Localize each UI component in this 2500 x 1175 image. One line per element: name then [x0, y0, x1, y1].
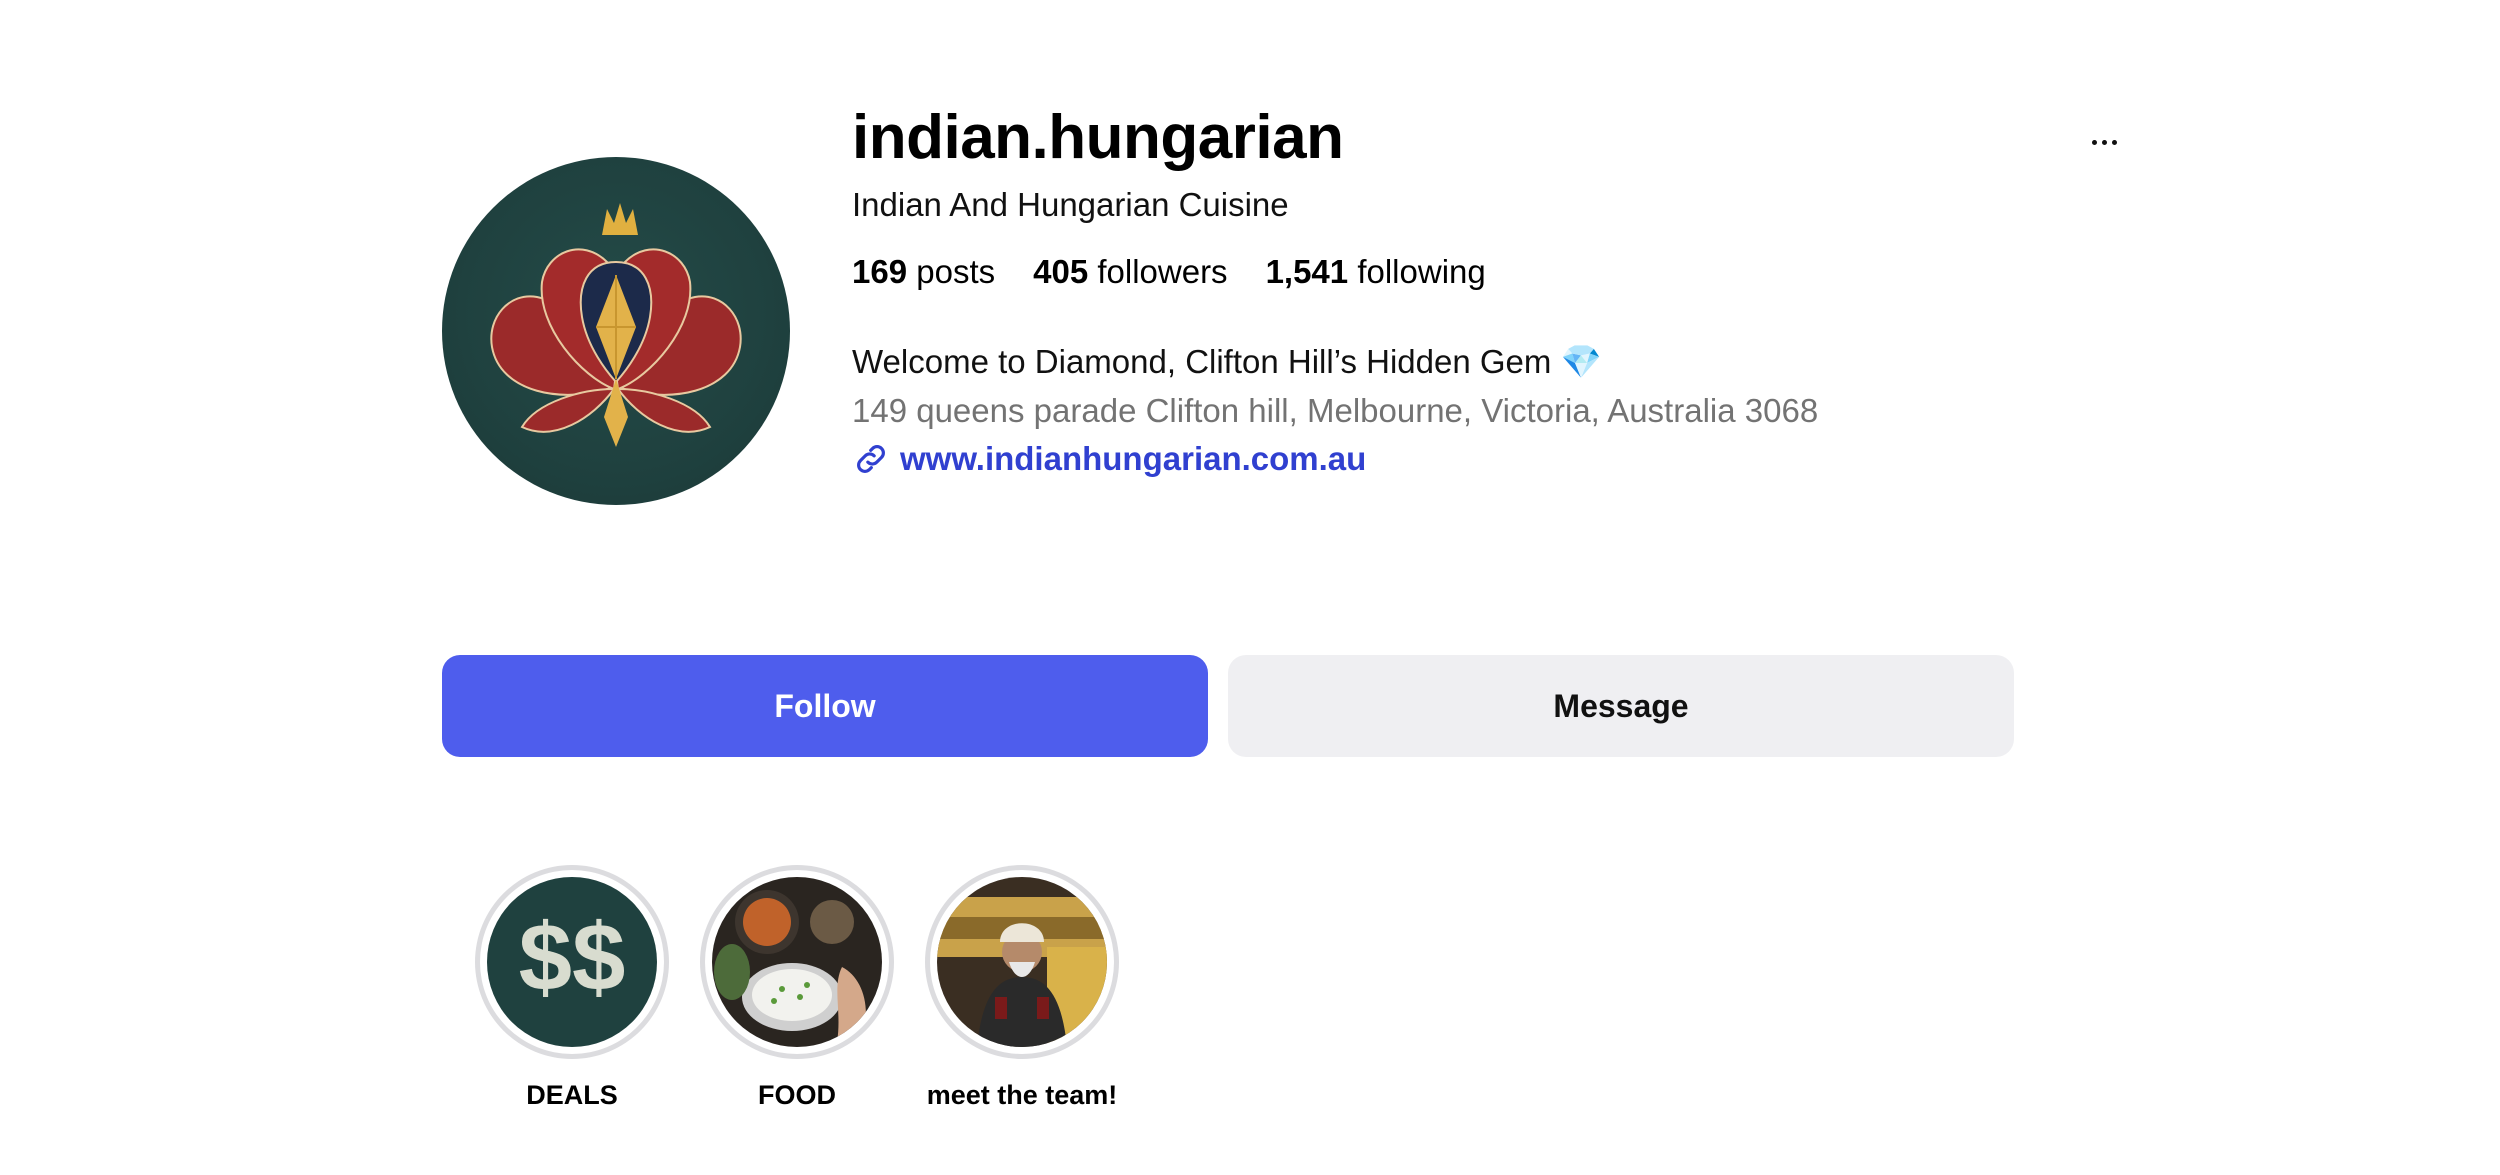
profile-stats: 169 posts 405 followers 1,541 following — [852, 253, 1524, 291]
followers-count: 405 — [1033, 253, 1089, 290]
more-options-button[interactable] — [2074, 122, 2134, 162]
food-dishes-icon — [712, 877, 882, 1047]
more-dot-icon — [2101, 139, 2107, 145]
profile-category: Indian And Hungarian Cuisine — [852, 186, 1289, 223]
profile-website-row: www.indianhungarian.com.au — [852, 440, 1366, 478]
message-button[interactable]: Message — [1228, 655, 2014, 757]
highlight-cover: $$ — [487, 877, 657, 1047]
profile-header: indian.hungarian Indian And Hungarian Cu… — [442, 100, 2117, 520]
svg-text:$$: $$ — [519, 904, 626, 1011]
highlight-label: meet the team! — [926, 1080, 1118, 1110]
dollar-signs-icon: $$ — [487, 877, 657, 1047]
following-count: 1,541 — [1265, 253, 1349, 290]
followers-label: followers — [1097, 253, 1228, 290]
lotus-diamond-logo-icon — [490, 203, 742, 447]
followers-stat[interactable]: 405 followers — [1033, 253, 1227, 291]
team-member-photo-icon — [937, 877, 1107, 1047]
profile-address: 149 queens parade Clifton hill, Melbourn… — [852, 392, 1819, 429]
highlight-ring — [700, 865, 894, 1059]
posts-stat[interactable]: 169 posts — [852, 253, 995, 291]
story-highlights: $$ DEALS FOOD meet the team! — [470, 865, 1270, 1125]
follow-button[interactable]: Follow — [442, 655, 1208, 757]
posts-count: 169 — [852, 253, 908, 290]
more-dot-icon — [2091, 139, 2097, 145]
highlight-cover — [937, 877, 1107, 1047]
profile-actions: Follow Message — [442, 655, 2014, 757]
more-dot-icon — [2111, 139, 2117, 145]
following-label: following — [1357, 253, 1486, 290]
profile-website-link[interactable]: www.indianhungarian.com.au — [900, 440, 1366, 478]
profile-avatar[interactable] — [442, 157, 790, 505]
highlight-ring — [925, 865, 1119, 1059]
posts-label: posts — [916, 253, 996, 290]
highlight-cover — [712, 877, 882, 1047]
link-icon — [857, 445, 885, 473]
following-stat[interactable]: 1,541 following — [1266, 253, 1486, 291]
highlight-ring: $$ — [475, 865, 669, 1059]
profile-username: indian.hungarian — [852, 103, 1344, 172]
profile-bio: Welcome to Diamond, Clifton Hill’s Hidde… — [852, 343, 1602, 380]
